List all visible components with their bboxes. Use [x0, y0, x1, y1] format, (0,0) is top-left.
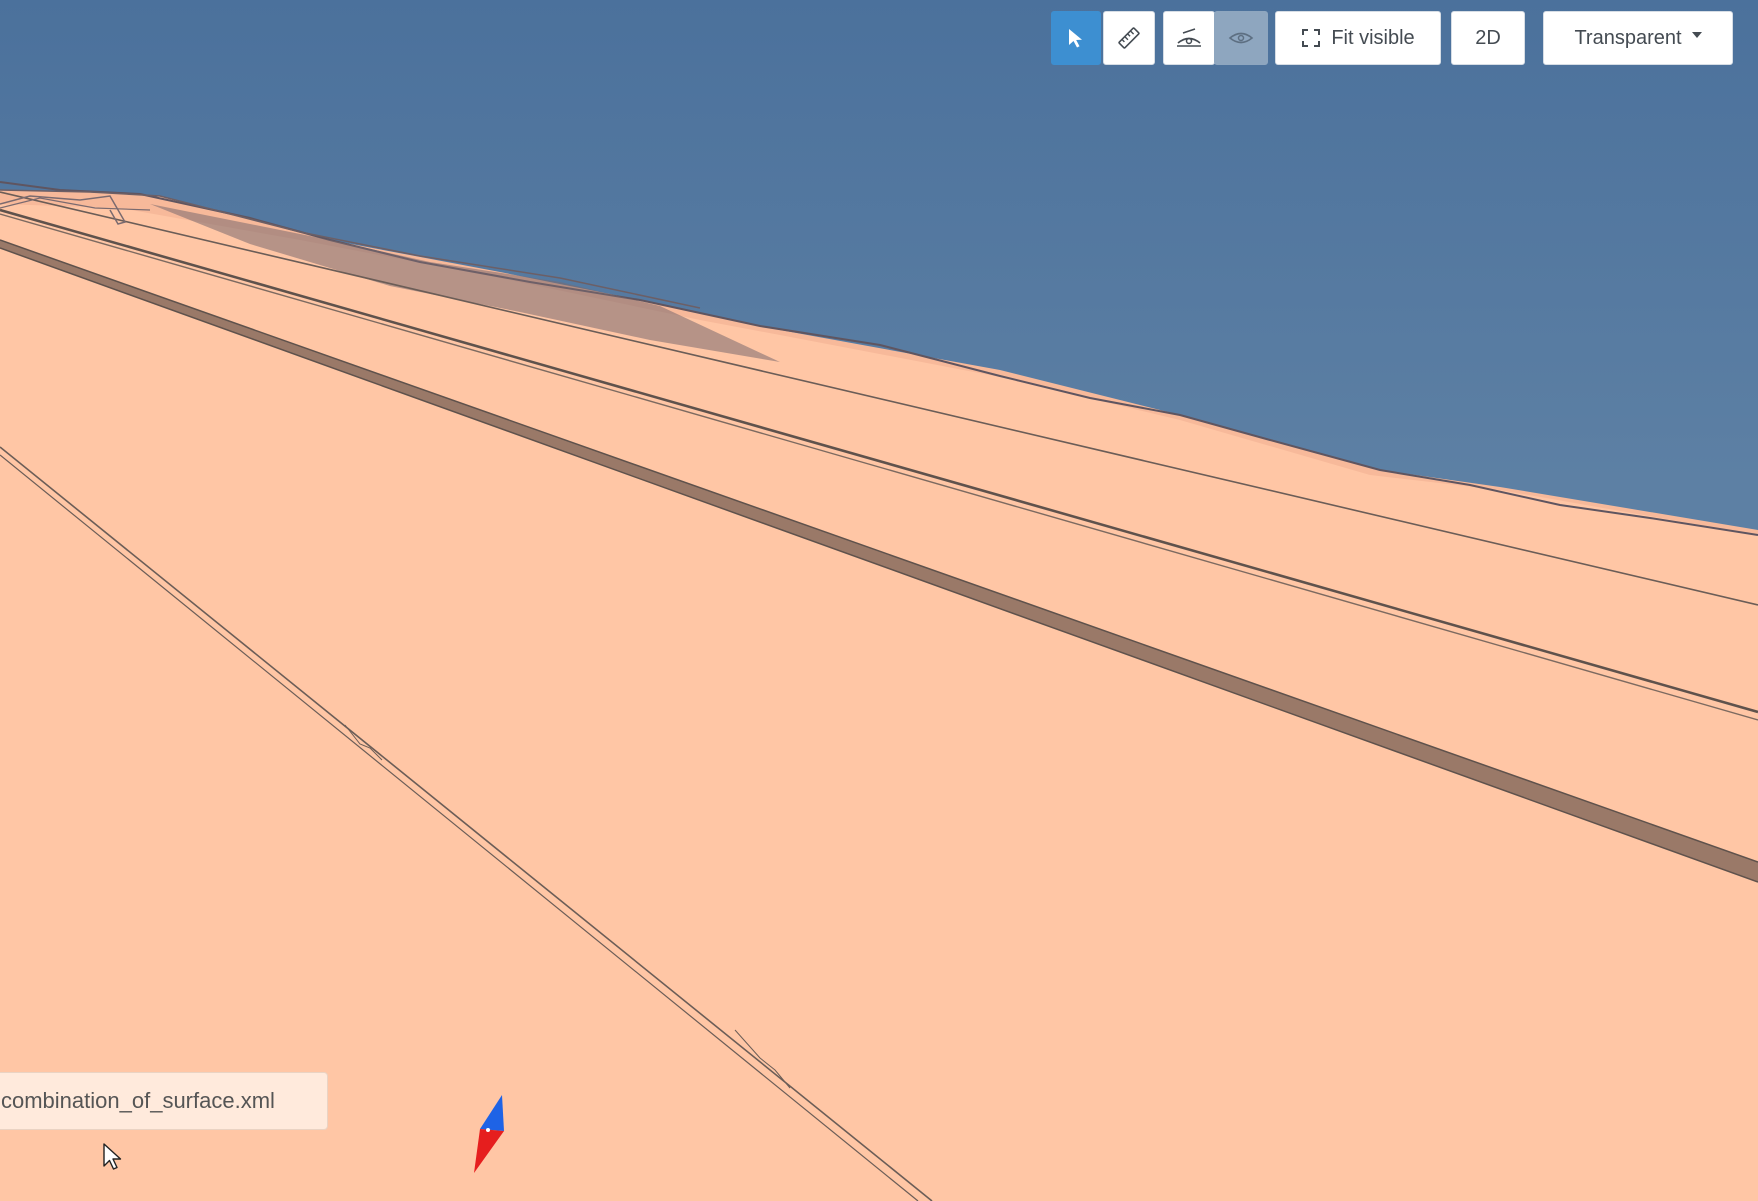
fit-visible-label: Fit visible	[1331, 26, 1415, 49]
mouse-cursor-icon	[103, 1143, 122, 1170]
fit-visible-button[interactable]: Fit visible	[1275, 11, 1441, 65]
eye-plane-icon	[1228, 32, 1254, 44]
surface-scene[interactable]	[0, 0, 1758, 1201]
view-top-button[interactable]	[1163, 11, 1215, 65]
fit-frame-icon	[1302, 29, 1321, 47]
render-mode-label: Transparent	[1574, 26, 1682, 49]
view-side-button[interactable]	[1214, 11, 1268, 65]
select-tool-button[interactable]	[1051, 11, 1101, 65]
toggle-2d-button[interactable]: 2D	[1451, 11, 1525, 65]
toggle-2d-label: 2D	[1475, 26, 1501, 49]
file-name-tag[interactable]: combination_of_surface.xml	[0, 1072, 328, 1130]
measure-tool-button[interactable]	[1103, 11, 1155, 65]
eye-plane-icon	[1177, 28, 1201, 47]
render-mode-dropdown[interactable]: Transparent	[1543, 11, 1733, 65]
chevron-down-icon	[1691, 32, 1702, 38]
3d-viewport[interactable]: Fit visible 2D Transparent combination_o…	[0, 0, 1758, 1201]
pointer-arrow-icon	[1069, 29, 1082, 48]
ruler-icon	[1118, 27, 1140, 49]
file-name-label: combination_of_surface.xml	[1, 1088, 275, 1113]
compass-icon	[474, 1095, 504, 1173]
